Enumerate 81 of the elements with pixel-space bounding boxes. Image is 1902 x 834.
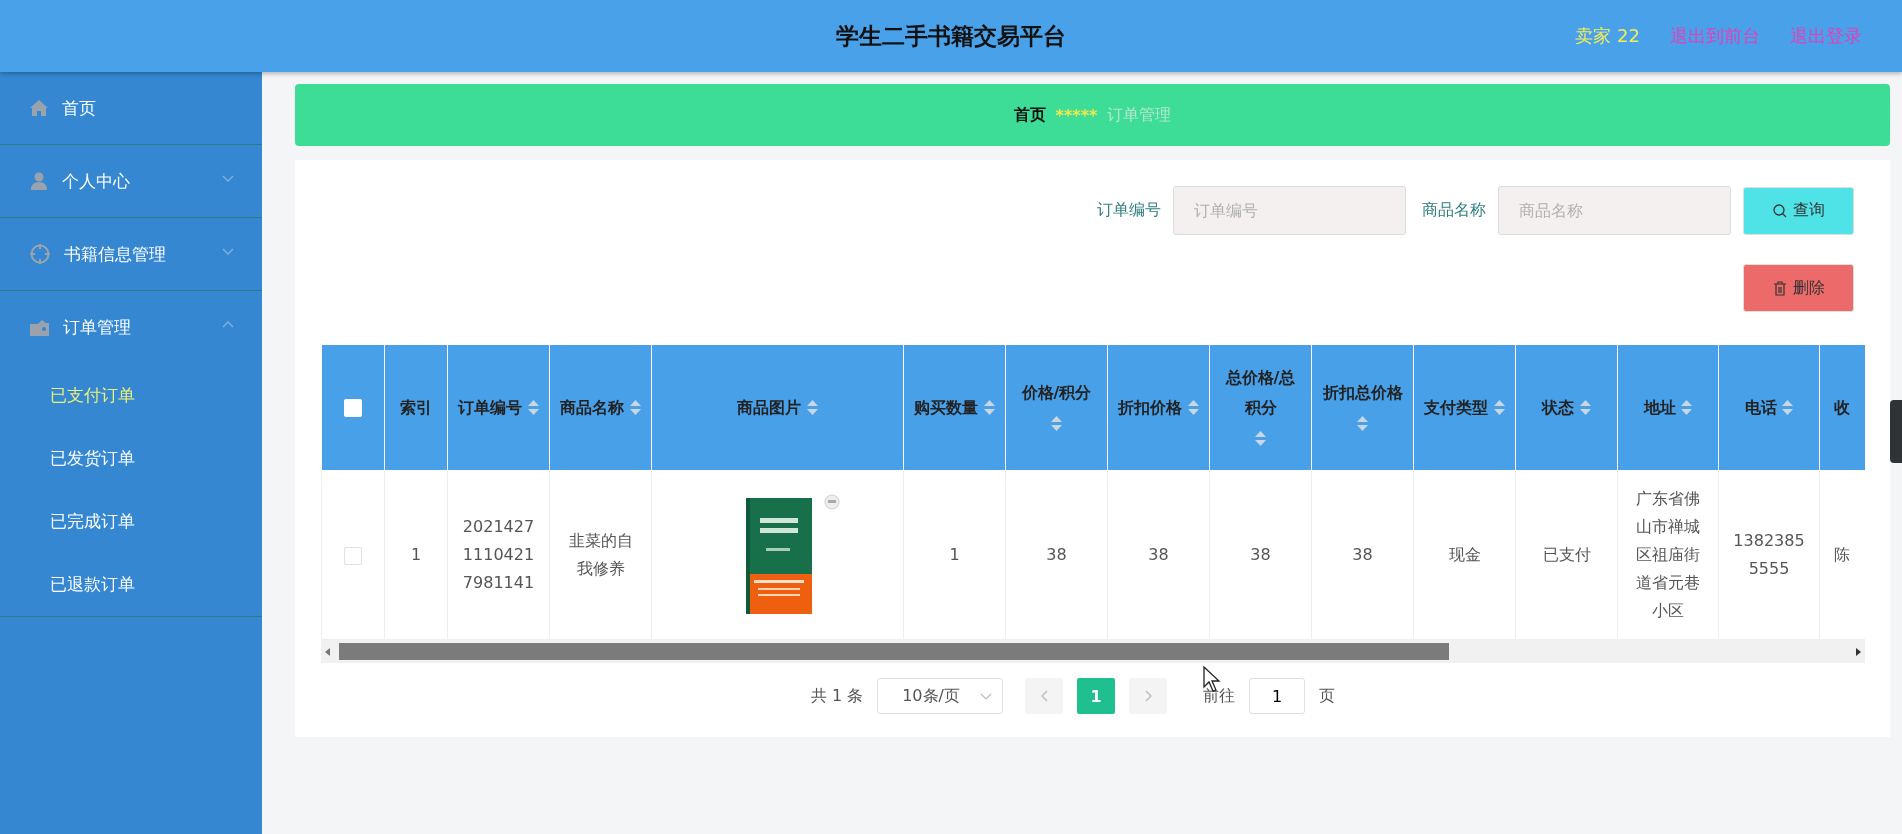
page-input[interactable]: 1 (1249, 678, 1306, 714)
sort-icon[interactable] (1187, 400, 1199, 416)
prev-page-button[interactable] (1025, 678, 1064, 714)
goto-label: 前往 (1203, 685, 1236, 707)
sort-icon[interactable] (1782, 400, 1794, 416)
column-header: 商品图片 (737, 396, 802, 419)
column-header: 折扣总价格 (1322, 381, 1403, 404)
breadcrumb-link[interactable]: 首页 (1013, 104, 1046, 126)
column-header: 订单编号 (458, 396, 523, 419)
user-icon (30, 172, 48, 190)
table-cell: 38 (1046, 545, 1067, 564)
checkbox[interactable] (344, 546, 362, 565)
column-header: 总价格/总积分 (1224, 366, 1297, 419)
chevron-right-icon (1144, 690, 1152, 702)
home-icon (30, 100, 48, 116)
sort-icon[interactable] (1579, 400, 1591, 416)
chevron-down-icon (980, 692, 993, 700)
crosshair-icon (30, 244, 50, 264)
column-header: 电话 (1744, 396, 1777, 419)
briefcase-icon (30, 319, 49, 336)
chevron-left-icon (1040, 690, 1048, 702)
table-cell: 38 (1352, 545, 1373, 564)
menu-item[interactable]: 订单管理 (63, 316, 131, 339)
trash-icon (1772, 280, 1787, 296)
badge-icon (823, 494, 840, 510)
column-header: 商品名称 (560, 396, 625, 419)
page-size-select[interactable]: 10条/页 (877, 678, 1004, 714)
delete-button[interactable]: 删除 (1743, 264, 1854, 312)
column-header: 地址 (1643, 396, 1676, 419)
search-button[interactable]: 查询 (1743, 186, 1854, 235)
table-cell: 202142711104217981141 (462, 517, 535, 592)
search-icon (1772, 203, 1787, 218)
table-cell: 13823855555 (1733, 531, 1805, 578)
page-button[interactable]: 1 (1077, 678, 1116, 714)
sort-icon[interactable] (983, 400, 995, 416)
next-page-button[interactable] (1129, 678, 1168, 714)
horizontal-scrollbar[interactable] (321, 640, 1865, 663)
site-title: 学生二手书籍交易平台 (836, 22, 1066, 49)
submenu-item[interactable]: 已支付订单 (50, 384, 135, 407)
sort-icon[interactable] (1357, 415, 1368, 431)
column-header: 收 (1834, 396, 1850, 419)
submenu-item[interactable]: 已完成订单 (50, 510, 135, 533)
sort-icon[interactable] (806, 400, 818, 416)
table-cell: 韭菜的自我修养 (568, 531, 633, 578)
sort-icon[interactable] (1051, 415, 1062, 431)
table-cell: 广东省佛山市禅城区祖庙街道省元巷小区 (1636, 489, 1700, 620)
breadcrumb-separator: ***** (1055, 105, 1098, 125)
sort-icon[interactable] (1255, 430, 1266, 446)
input-field[interactable]: 商品名称 (1498, 186, 1731, 235)
menu-item[interactable]: 个人中心 (62, 169, 130, 193)
column-header: 购买数量 (914, 396, 979, 419)
side-tab[interactable] (1890, 400, 1902, 463)
user-label: 卖家 22 (1575, 24, 1640, 48)
column-header: 状态 (1542, 396, 1575, 419)
table-cell: 1 (949, 545, 960, 564)
scrollbar-thumb[interactable] (339, 643, 1449, 660)
sort-icon[interactable] (1681, 400, 1693, 416)
table-cell: 38 (1148, 545, 1169, 564)
field-label: 商品名称 (1422, 200, 1486, 221)
sort-icon[interactable] (1493, 400, 1505, 416)
table-cell: 现金 (1448, 545, 1481, 564)
submenu-item[interactable]: 已退款订单 (50, 573, 135, 596)
table-cell: 38 (1250, 545, 1271, 564)
breadcrumb-current: 订单管理 (1107, 104, 1172, 126)
menu-item[interactable]: 书籍信息管理 (64, 242, 166, 266)
page-suffix: 页 (1319, 685, 1336, 707)
sort-icon[interactable] (629, 400, 641, 416)
column-header: 价格/积分 (1021, 381, 1092, 404)
field-label: 订单编号 (1097, 200, 1161, 221)
checkbox[interactable] (344, 399, 362, 417)
menu-item[interactable]: 首页 (62, 96, 96, 120)
column-header: 索引 (400, 396, 432, 419)
table-cell: 1 (410, 545, 422, 564)
table-cell: 已支付 (1542, 545, 1591, 564)
total-count: 共 1 条 (810, 685, 864, 707)
table-cell: 陈 (1834, 545, 1850, 564)
sort-icon[interactable] (527, 400, 539, 416)
input-field[interactable]: 订单编号 (1173, 186, 1406, 235)
column-header: 支付类型 (1424, 396, 1489, 419)
submenu-item[interactable]: 已发货订单 (50, 447, 135, 470)
column-header: 折扣价格 (1118, 396, 1183, 419)
